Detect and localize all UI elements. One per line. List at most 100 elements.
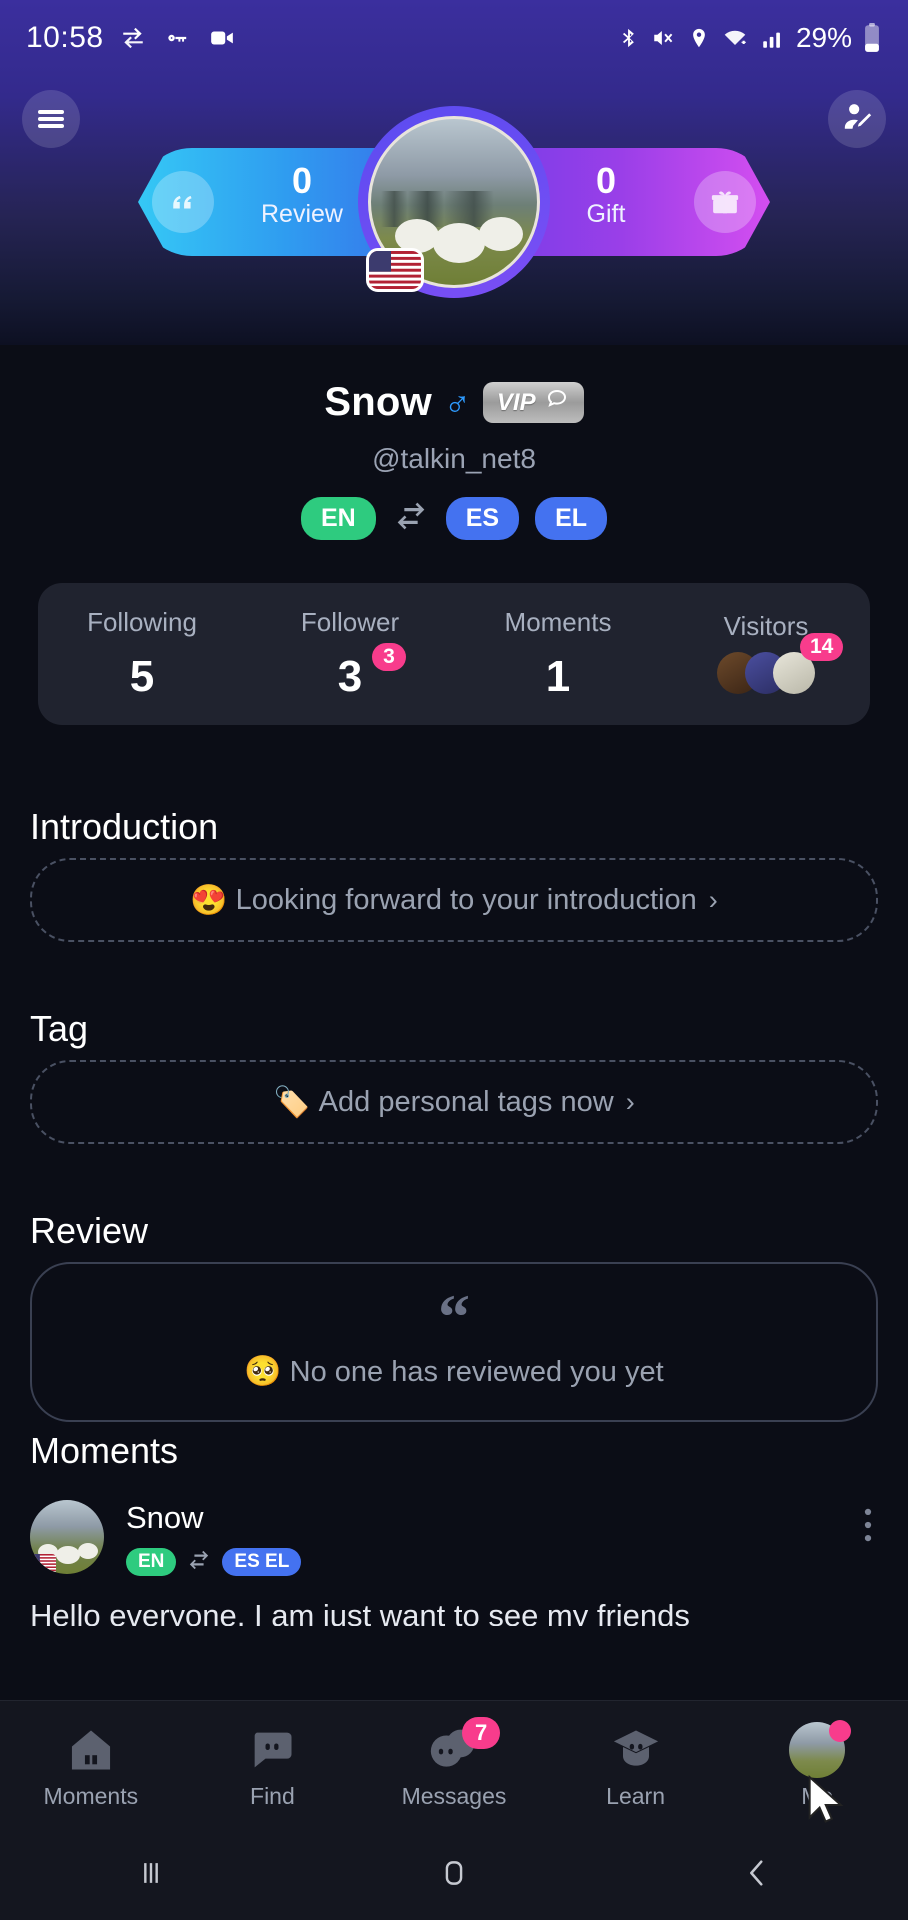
vip-chat-icon [544, 387, 570, 418]
stat-value: 1 [545, 651, 571, 701]
vibrate-icon [650, 25, 678, 51]
nav-item-moments[interactable]: Moments [0, 1721, 182, 1810]
nav-label: Find [250, 1783, 295, 1809]
stat-value: 3 [337, 651, 363, 701]
stat-visitors[interactable]: Visitors 14 [662, 611, 870, 698]
home-pill-icon [437, 1856, 471, 1895]
moment-post[interactable]: Snow EN ES EL Hello everyone, I am just … [30, 1500, 878, 1626]
chevron-right-icon: › [708, 884, 718, 915]
language-row: EN ES EL [0, 497, 908, 540]
stat-follower[interactable]: Follower 3 3 [246, 607, 454, 702]
heart-eyes-emoji-icon: 😍 [190, 883, 228, 917]
android-navigation-bar [0, 1830, 908, 1920]
moments-title: Moments [30, 1430, 179, 1471]
status-bar: 10:58 29% [0, 0, 908, 76]
stats-card: Following 5 Follower 3 3 Moments 1 Visit… [38, 583, 870, 725]
gender-icon: ♂ [443, 381, 471, 423]
status-bar-time: 10:58 [26, 21, 104, 54]
gift-icon [694, 171, 756, 233]
signal-icon [760, 25, 786, 51]
display-name: Snow [324, 380, 432, 424]
quote-icon: “ [438, 1281, 470, 1353]
us-flag-badge [366, 248, 424, 292]
swap-arrows-icon [186, 1549, 212, 1576]
post-more-options-button[interactable] [864, 1508, 872, 1550]
pleading-face-emoji-icon: 🥺 [244, 1354, 282, 1388]
learning-language-chip-2[interactable]: EL [535, 497, 608, 540]
back-icon [740, 1856, 774, 1895]
mouse-cursor [806, 1774, 850, 1827]
chat-bubble-icon [182, 1721, 364, 1779]
stat-following[interactable]: Following 5 [38, 607, 246, 702]
messages-badge: 7 [461, 1717, 501, 1749]
review-empty-row: 🥺 No one has reviewed you yet [244, 1354, 663, 1389]
wifi-icon [720, 25, 750, 51]
stat-label: Moments [504, 606, 612, 637]
profile-avatar[interactable] [358, 106, 550, 298]
native-language-chip[interactable]: EN [300, 497, 376, 540]
post-native-chip: EN [126, 1548, 177, 1576]
tag-placeholder-text: Add personal tags now [318, 1085, 614, 1118]
stat-label: Following [87, 606, 197, 637]
swap-arrows-icon [392, 500, 430, 537]
review-title: Review [30, 1210, 149, 1251]
post-header: Snow EN ES EL [30, 1500, 878, 1576]
nav-label: Moments [43, 1783, 139, 1809]
post-author-name: Snow [126, 1500, 204, 1535]
post-author-block: Snow EN ES EL [126, 1500, 302, 1576]
review-empty-card[interactable]: “ 🥺 No one has reviewed you yet [30, 1262, 878, 1422]
quote-icon [152, 171, 214, 233]
nav-item-find[interactable]: Find [182, 1721, 364, 1810]
messages-icon [363, 1721, 545, 1779]
post-language-row: EN ES EL [126, 1548, 302, 1576]
nav-item-learn[interactable]: Learn [545, 1721, 727, 1810]
visitors-badge: 14 [800, 632, 844, 661]
stat-moments[interactable]: Moments 1 [454, 607, 662, 702]
graduation-icon [545, 1721, 727, 1779]
hamburger-menu-icon [38, 110, 64, 114]
stat-value: 5 [129, 651, 155, 701]
battery-icon [862, 23, 882, 53]
learning-language-chip-1[interactable]: ES [445, 497, 520, 540]
stat-label: Follower [300, 606, 400, 637]
visitor-avatars [662, 651, 870, 698]
introduction-title: Introduction [30, 806, 219, 847]
vip-label: VIP [496, 388, 536, 416]
recents-button[interactable] [0, 1856, 303, 1895]
home-button[interactable] [303, 1856, 606, 1895]
gift-label: Gift [586, 199, 626, 228]
review-count: 0 [291, 160, 313, 201]
tag-title: Tag [30, 1008, 89, 1049]
tag-placeholder-button[interactable]: 🏷️ Add personal tags now › [30, 1060, 878, 1144]
gift-count: 0 [595, 160, 617, 201]
nav-label: Learn [606, 1783, 665, 1809]
nav-item-messages[interactable]: Messages 7 [363, 1717, 545, 1810]
us-flag-badge [30, 1554, 56, 1574]
follower-badge: 3 [372, 642, 406, 671]
chevron-right-icon: › [625, 1086, 635, 1117]
vpn-key-icon [162, 25, 192, 51]
location-icon [688, 24, 710, 52]
back-button[interactable] [605, 1856, 908, 1895]
data-saver-icon [118, 25, 148, 51]
nav-label: Messages [401, 1783, 507, 1809]
edit-profile-icon [840, 100, 874, 139]
video-camera-icon [206, 25, 238, 51]
home-icon [0, 1721, 182, 1779]
post-learning-chip: ES EL [222, 1548, 302, 1576]
post-author-avatar[interactable] [30, 1500, 104, 1574]
hamburger-menu-button[interactable] [22, 90, 80, 148]
introduction-placeholder-text: Looking forward to your introduction [235, 883, 697, 916]
profile-notification-dot [829, 1720, 852, 1742]
bluetooth-icon [618, 24, 640, 52]
edit-profile-button[interactable] [828, 90, 886, 148]
profile-identity: Snow ♂ VIP @talkin_net8 EN ES EL [0, 380, 908, 540]
recents-icon [134, 1856, 168, 1895]
battery-percent-label: 29% [795, 22, 852, 53]
vip-badge[interactable]: VIP [482, 382, 584, 423]
bottom-navigation-bar: Moments Find Messages 7 Learn [0, 1700, 908, 1830]
introduction-placeholder-button[interactable]: 😍 Looking forward to your introduction › [30, 858, 878, 942]
profile-handle: @talkin_net8 [372, 443, 536, 474]
post-body-text: Hello everyone, I am just want to see my… [30, 1598, 690, 1626]
tag-emoji-icon: 🏷️ [273, 1085, 311, 1119]
